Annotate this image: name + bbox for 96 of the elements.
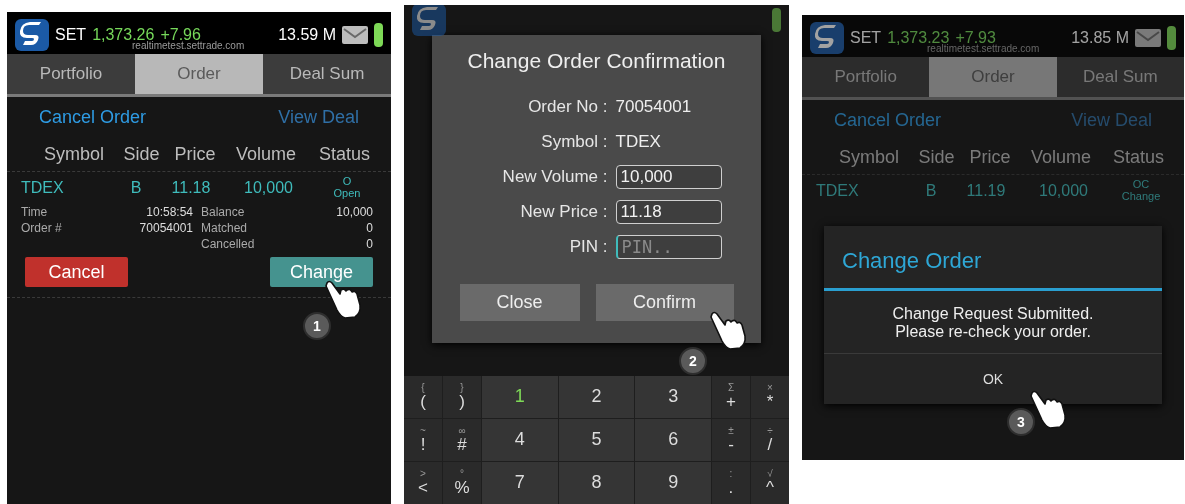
keypad-key[interactable]: : . xyxy=(712,462,750,504)
column-header: Status xyxy=(318,144,371,165)
column-header: Symbol xyxy=(43,144,105,165)
keypad-key[interactable]: √ ^ xyxy=(751,462,789,504)
keypad-key[interactable]: 9 xyxy=(635,462,711,504)
mail-icon[interactable] xyxy=(1135,29,1161,47)
keypad-key[interactable]: 2 xyxy=(558,376,635,418)
keypad-key[interactable]: 1 xyxy=(482,376,558,418)
status-code: OC xyxy=(1132,179,1150,191)
detail-value: 70054001 xyxy=(138,221,193,236)
battery-icon xyxy=(772,8,781,32)
symbol-cell-text: TDEX xyxy=(21,178,65,197)
field-value: 70054001 xyxy=(615,96,693,117)
column-header: Volume xyxy=(234,144,297,165)
keypad-key[interactable]: > < xyxy=(404,462,442,504)
tab[interactable]: Portfolio xyxy=(7,54,135,94)
keypad-key[interactable]: × * xyxy=(751,376,789,418)
detail-label: Time xyxy=(21,205,49,220)
keypad-key[interactable]: 7 xyxy=(482,462,558,504)
status-text: Change xyxy=(1121,190,1161,203)
keypad-key[interactable]: 5 xyxy=(558,419,635,461)
symbol-cell-text: TDEX xyxy=(816,181,860,200)
detail-label: Cancelled xyxy=(201,237,255,252)
confirm-button[interactable]: Confirm xyxy=(595,284,734,321)
tab[interactable]: Order xyxy=(135,54,263,94)
detail-label: Matched xyxy=(201,221,249,236)
close-button[interactable]: Close xyxy=(459,284,580,321)
app-logo-icon xyxy=(810,22,844,54)
detail-value: 0 xyxy=(365,237,373,252)
column-header: Status xyxy=(1112,147,1165,168)
mail-icon[interactable] xyxy=(342,26,368,44)
side-cell-text: B xyxy=(924,181,938,200)
field-label: Symbol : xyxy=(540,131,608,152)
column-header: Side xyxy=(122,144,161,165)
volume-value: 13.85 M xyxy=(1071,29,1129,47)
index-name: SET xyxy=(55,26,87,44)
field-label: New Price : xyxy=(519,201,608,222)
input-field[interactable]: PIN.. xyxy=(615,234,722,259)
index-value: 1,373.23 xyxy=(887,29,950,46)
keypad-key[interactable]: ± - xyxy=(712,419,750,461)
column-header: Side xyxy=(917,147,956,168)
keypad-key[interactable]: 4 xyxy=(482,419,558,461)
step-badge: 1 xyxy=(303,312,331,341)
step-badge: 2 xyxy=(679,347,707,375)
server-address: realtimetest.settrade.com xyxy=(927,43,1040,54)
cancel-button[interactable]: Cancel xyxy=(25,257,128,288)
app-logo-icon xyxy=(15,19,49,51)
price-cell-text: 11.19 xyxy=(965,181,1007,200)
column-header: Volume xyxy=(1029,147,1092,168)
change-button[interactable]: Change xyxy=(270,257,373,288)
volume-cell-text: 10,000 xyxy=(243,178,294,197)
volume-cell-text: 10,000 xyxy=(1038,181,1089,200)
price-cell-text: 11.18 xyxy=(170,178,212,197)
detail-label: Balance xyxy=(201,205,246,220)
keypad-key[interactable]: ∞ # xyxy=(443,419,481,461)
keypad-key[interactable]: } ) xyxy=(443,376,481,418)
dialog-title: Change Order Confirmation xyxy=(467,49,726,73)
detail-value: 0 xyxy=(365,221,373,236)
keypad-key[interactable]: 6 xyxy=(635,419,711,461)
detail-value: 10:58:54 xyxy=(145,205,193,220)
app-logo-icon xyxy=(412,5,446,36)
battery-icon xyxy=(1167,26,1176,50)
field-label: Order No : xyxy=(527,96,608,117)
detail-label: Order # xyxy=(21,221,62,236)
keypad-key[interactable]: ~ ! xyxy=(404,419,442,461)
field-value: TDEX xyxy=(615,131,662,152)
step-badge: 3 xyxy=(1007,408,1035,437)
status-code: O xyxy=(342,176,352,188)
keypad-key[interactable]: ÷ / xyxy=(751,419,789,461)
column-header: Symbol xyxy=(838,147,900,168)
input-field[interactable]: 10,000 xyxy=(615,164,722,189)
index-value: 1,373.26 xyxy=(92,26,155,43)
link[interactable]: Cancel Order xyxy=(39,107,147,128)
status-text: Open xyxy=(333,187,361,200)
detail-value: 10,000 xyxy=(335,205,373,220)
index-change: +7.93 xyxy=(955,29,996,46)
battery-icon xyxy=(374,23,383,47)
ok-button[interactable]: OK xyxy=(824,354,1162,405)
keypad-key[interactable]: 8 xyxy=(558,462,635,504)
keypad-key[interactable]: { ( xyxy=(404,376,442,418)
tab[interactable]: Deal Sum xyxy=(263,54,391,94)
keypad-key[interactable]: ° % xyxy=(443,462,481,504)
dialog-message: Please re-check your order. xyxy=(895,323,1091,342)
field-label: New Volume : xyxy=(501,166,608,187)
server-address: realtimetest.settrade.com xyxy=(132,40,245,51)
column-header: Price xyxy=(173,144,217,165)
dialog-title: Change Order xyxy=(824,226,1162,292)
field-label: PIN : xyxy=(568,236,608,257)
volume-value: 13.59 M xyxy=(278,26,336,44)
keypad-key[interactable]: Σ + xyxy=(712,376,750,418)
keypad-key[interactable]: 3 xyxy=(635,376,711,418)
dialog-message: Change Request Submitted. xyxy=(892,305,1094,324)
input-field[interactable]: 11.18 xyxy=(615,199,722,224)
column-header: Price xyxy=(968,147,1012,168)
side-cell-text: B xyxy=(129,178,143,197)
index-name: SET xyxy=(850,29,882,47)
